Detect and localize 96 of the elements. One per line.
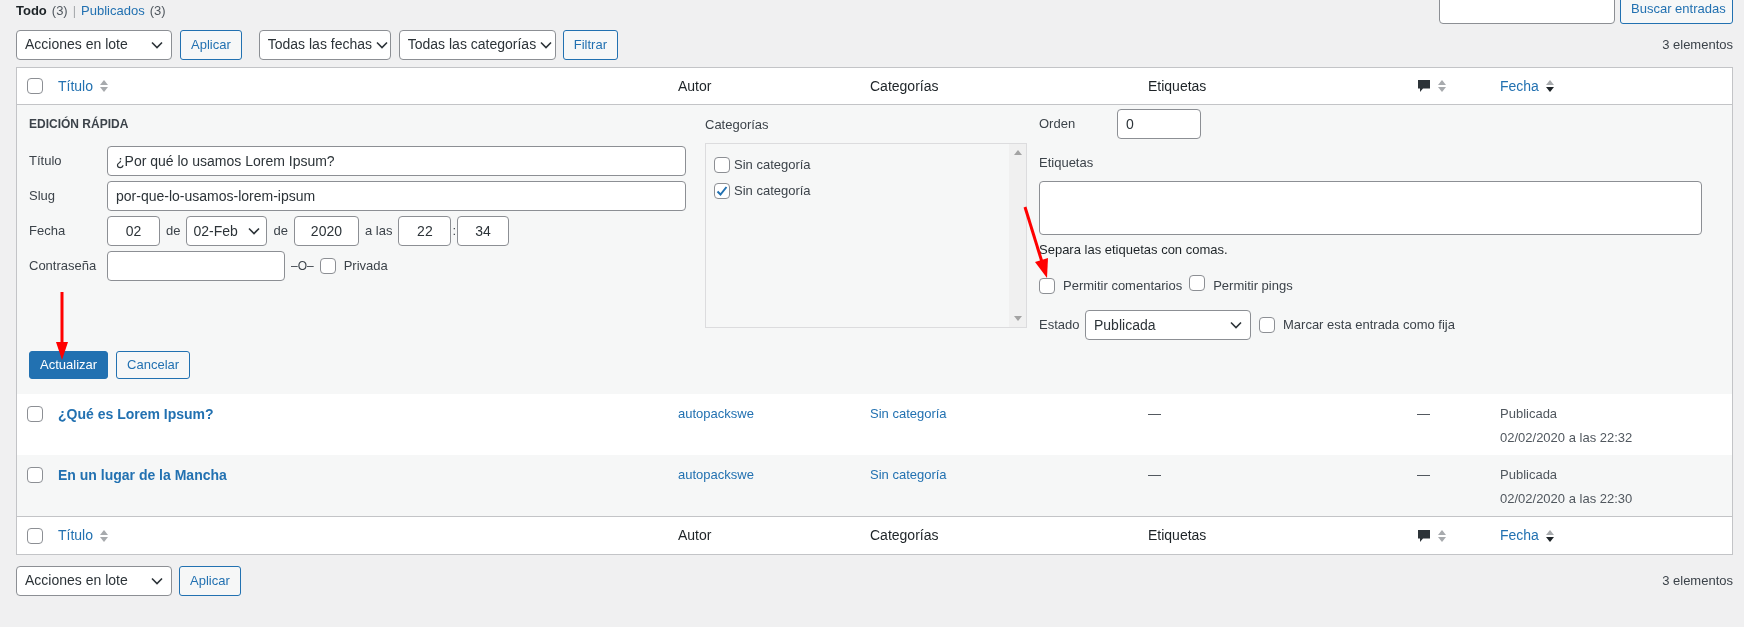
- input-field[interactable]: 2020: [293, 216, 359, 246]
- filter-link[interactable]: Todo: [16, 1, 47, 21]
- separator: |: [72, 2, 77, 21]
- column-header: Autor: [678, 526, 712, 545]
- chevron-down-icon: [376, 40, 389, 49]
- comment-icon[interactable]: [1417, 528, 1431, 543]
- checkbox-label: Privada: [343, 257, 388, 276]
- checkbox[interactable]: [27, 78, 43, 94]
- dropdown[interactable]: Todas las categorías: [398, 29, 556, 60]
- table-cell: —: [1148, 467, 1161, 482]
- dropdown[interactable]: Acciones en lote: [16, 565, 172, 596]
- column-header: Categorías: [870, 76, 939, 96]
- update-button[interactable]: Actualizar: [29, 351, 109, 379]
- field-label: Título: [29, 152, 63, 171]
- checkbox[interactable]: [714, 157, 730, 173]
- author-link[interactable]: autopackswe: [678, 467, 754, 482]
- chevron-down-icon: [151, 576, 163, 585]
- post-date: 02/02/2020 a las 22:32: [1500, 428, 1633, 447]
- input-field[interactable]: 0: [1117, 109, 1201, 139]
- field-label: Estado: [1039, 316, 1081, 335]
- chevron-down-icon: [248, 227, 261, 235]
- input-field[interactable]: 22: [398, 216, 452, 246]
- filter-link[interactable]: Publicados: [81, 1, 145, 21]
- button[interactable]: Buscar entradas: [1620, 0, 1733, 24]
- input-field[interactable]: por-que-lo-usamos-lorem-ipsum: [107, 181, 686, 211]
- checkbox[interactable]: [1039, 278, 1055, 294]
- column-header[interactable]: Título: [58, 75, 93, 97]
- table-cell: —: [1417, 467, 1430, 482]
- chevron-down-icon: [151, 40, 163, 49]
- chevron-down-icon: [540, 40, 553, 49]
- table-cell: —: [1417, 406, 1430, 421]
- category-link[interactable]: Sin categoría: [870, 467, 947, 482]
- column-header[interactable]: Título: [58, 525, 93, 546]
- table-cell: —: [1148, 406, 1161, 421]
- field-label: Slug: [29, 187, 57, 206]
- checkbox[interactable]: [27, 406, 43, 422]
- button[interactable]: Aplicar: [180, 29, 242, 60]
- item-count: 3 elementos: [1662, 35, 1733, 54]
- input-field[interactable]: ¿Por qué lo usamos Lorem Ipsum?: [107, 146, 686, 176]
- chevron-down-icon: [1230, 321, 1242, 329]
- scroll-up-icon[interactable]: [1013, 150, 1022, 155]
- checkbox[interactable]: [1259, 317, 1275, 333]
- cancel-button[interactable]: Cancelar: [116, 351, 191, 379]
- column-header: Etiquetas: [1148, 526, 1207, 545]
- scrollbar[interactable]: [1009, 144, 1026, 327]
- checkbox-label: Permitir pings: [1213, 277, 1293, 296]
- time-separator: :: [452, 222, 457, 241]
- checkbox-label: Marcar esta entrada como fija: [1283, 316, 1455, 335]
- post-title-link[interactable]: ¿Qué es Lorem Ipsum?: [58, 406, 214, 422]
- date-separator: de: [273, 222, 288, 241]
- field-label: Contraseña: [29, 257, 98, 276]
- field-label: Orden: [1039, 115, 1077, 134]
- or-text: –O–: [291, 258, 314, 275]
- checkbox-label: Sin categoría: [734, 182, 811, 201]
- scroll-down-icon[interactable]: [1013, 316, 1022, 321]
- checkbox[interactable]: [319, 258, 336, 274]
- dropdown[interactable]: 02-Feb: [186, 216, 268, 246]
- column-header: Etiquetas: [1148, 76, 1207, 96]
- column-header: Autor: [678, 76, 712, 96]
- category-link[interactable]: Sin categoría: [870, 406, 947, 421]
- checkbox[interactable]: [1189, 275, 1206, 292]
- input-field[interactable]: 02: [107, 216, 160, 246]
- post-date: 02/02/2020 a las 22:30: [1500, 489, 1633, 508]
- annotation-arrow: [56, 292, 68, 360]
- column-header: Categorías: [870, 526, 939, 545]
- checkbox[interactable]: [714, 183, 730, 199]
- button[interactable]: Aplicar: [179, 565, 241, 596]
- checkbox-label: Permitir comentarios: [1063, 277, 1183, 296]
- post-title-link[interactable]: En un lugar de la Mancha: [58, 467, 227, 483]
- dropdown[interactable]: Acciones en lote: [16, 29, 172, 60]
- field-label: Fecha: [29, 222, 67, 241]
- item-count: 3 elementos: [1662, 571, 1733, 590]
- dropdown[interactable]: Publicada: [1085, 310, 1251, 340]
- date-separator: a las: [364, 222, 393, 241]
- field-label: Etiquetas: [1039, 154, 1095, 171]
- help-text: Separa las etiquetas con comas.: [1039, 241, 1229, 258]
- count: (3): [51, 2, 68, 21]
- author-link[interactable]: autopackswe: [678, 406, 754, 421]
- checkbox[interactable]: [27, 527, 43, 544]
- comment-icon[interactable]: [1417, 79, 1431, 93]
- section-heading: EDICIÓN RÁPIDA: [29, 115, 130, 133]
- button[interactable]: Filtrar: [562, 29, 618, 60]
- count: (3): [149, 2, 166, 21]
- dropdown[interactable]: Todas las fechas: [258, 29, 391, 60]
- column-header[interactable]: Fecha: [1500, 75, 1539, 97]
- tags-textarea[interactable]: [1039, 181, 1702, 235]
- date-separator: de: [166, 222, 181, 241]
- field-label: Categorías: [705, 116, 770, 133]
- post-status: Publicada: [1500, 466, 1558, 484]
- password-field[interactable]: [107, 251, 285, 281]
- checkbox-label: Sin categoría: [734, 156, 811, 175]
- search-field[interactable]: [1439, 0, 1615, 24]
- checkbox[interactable]: [27, 467, 43, 483]
- post-status: Publicada: [1500, 405, 1558, 423]
- input-field[interactable]: 34: [457, 216, 510, 246]
- column-header[interactable]: Fecha: [1500, 525, 1539, 546]
